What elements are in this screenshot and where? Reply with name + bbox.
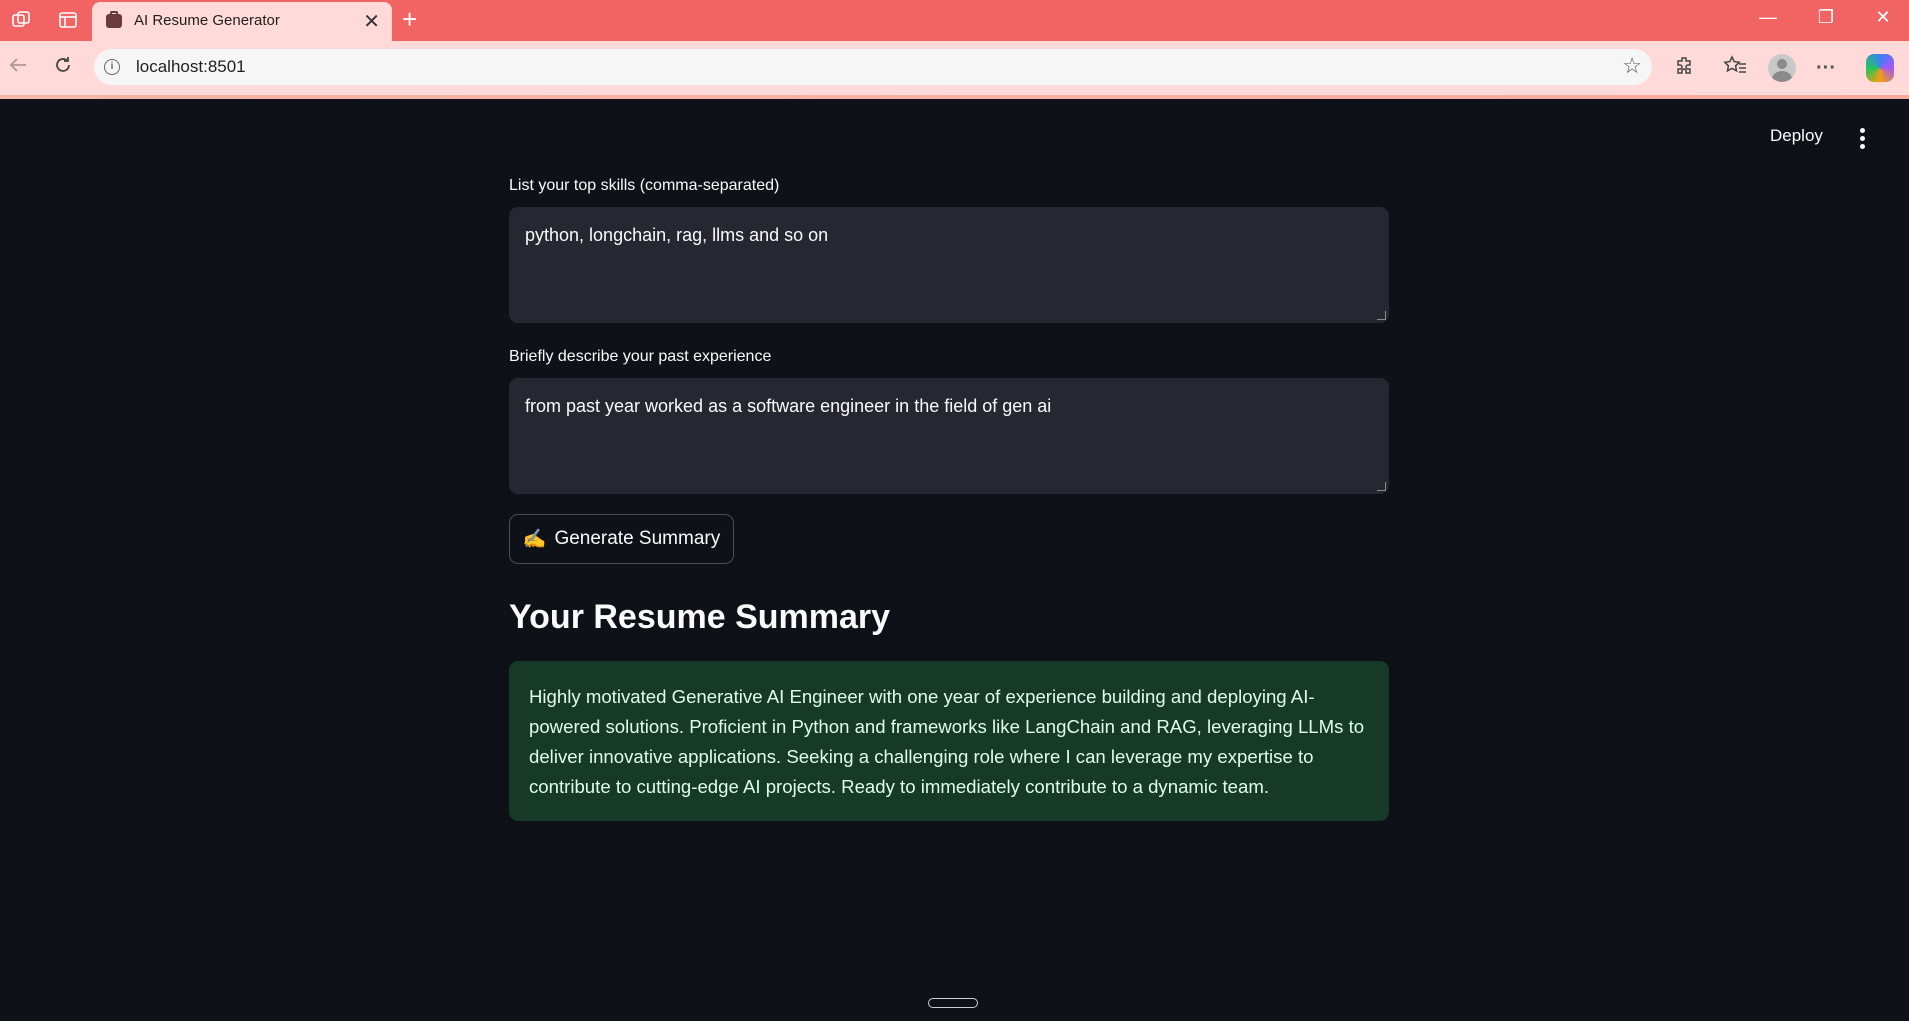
experience-label: Briefly describe your past experience bbox=[509, 348, 772, 365]
experience-textarea[interactable]: from past year worked as a software engi… bbox=[509, 378, 1389, 494]
summary-success-box: Highly motivated Generative AI Engineer … bbox=[509, 661, 1389, 821]
tab-title: AI Resume Generator bbox=[134, 12, 280, 29]
resize-handle-icon[interactable] bbox=[1377, 311, 1386, 320]
experience-value[interactable]: from past year worked as a software engi… bbox=[525, 396, 1051, 416]
new-tab-button[interactable]: + bbox=[402, 4, 417, 35]
briefcase-favicon-icon bbox=[106, 11, 122, 28]
back-arrow-icon[interactable] bbox=[5, 55, 31, 81]
summary-heading: Your Resume Summary bbox=[509, 598, 891, 636]
toolbar-divider bbox=[0, 95, 1909, 99]
active-tab[interactable]: AI Resume Generator ✕ bbox=[92, 2, 392, 41]
restore-button[interactable]: ❐ bbox=[1806, 7, 1846, 33]
browser-toolbar: i localhost:8501 ☆ ··· bbox=[0, 41, 1909, 95]
favorites-icon[interactable] bbox=[1722, 55, 1748, 81]
workspaces-icon[interactable] bbox=[10, 9, 34, 31]
skills-label: List your top skills (comma-separated) bbox=[509, 177, 780, 194]
vertical-tabs-icon[interactable] bbox=[56, 9, 80, 31]
close-window-button[interactable]: ✕ bbox=[1863, 7, 1903, 33]
profile-avatar[interactable] bbox=[1768, 54, 1796, 82]
copilot-icon[interactable] bbox=[1866, 54, 1894, 82]
generate-summary-label: Generate Summary bbox=[554, 528, 721, 549]
main-menu-icon[interactable] bbox=[1860, 128, 1866, 152]
url-text[interactable]: localhost:8501 bbox=[136, 57, 246, 77]
refresh-icon[interactable] bbox=[50, 55, 76, 81]
resize-handle-icon[interactable] bbox=[1377, 482, 1386, 491]
skills-textarea[interactable]: python, longchain, rag, llms and so on bbox=[509, 207, 1389, 323]
minimize-button[interactable]: — bbox=[1748, 7, 1788, 33]
favorite-star-icon[interactable]: ☆ bbox=[1622, 53, 1642, 79]
extensions-icon[interactable] bbox=[1672, 55, 1698, 81]
deploy-button[interactable]: Deploy bbox=[1770, 126, 1823, 146]
writing-hand-icon: ✍️ bbox=[522, 529, 547, 550]
site-info-icon[interactable]: i bbox=[104, 59, 120, 75]
summary-text: Highly motivated Generative AI Engineer … bbox=[529, 686, 1365, 797]
tab-close-icon[interactable]: ✕ bbox=[363, 9, 380, 34]
more-options-icon[interactable]: ··· bbox=[1813, 55, 1839, 81]
skills-value[interactable]: python, longchain, rag, llms and so on bbox=[525, 225, 828, 245]
browser-tabstrip: AI Resume Generator ✕ + — ❐ ✕ bbox=[0, 0, 1909, 41]
generate-summary-button[interactable]: ✍️ Generate Summary bbox=[509, 514, 734, 564]
scroll-handle[interactable] bbox=[928, 998, 978, 1008]
address-bar[interactable]: i localhost:8501 ☆ bbox=[94, 49, 1652, 85]
